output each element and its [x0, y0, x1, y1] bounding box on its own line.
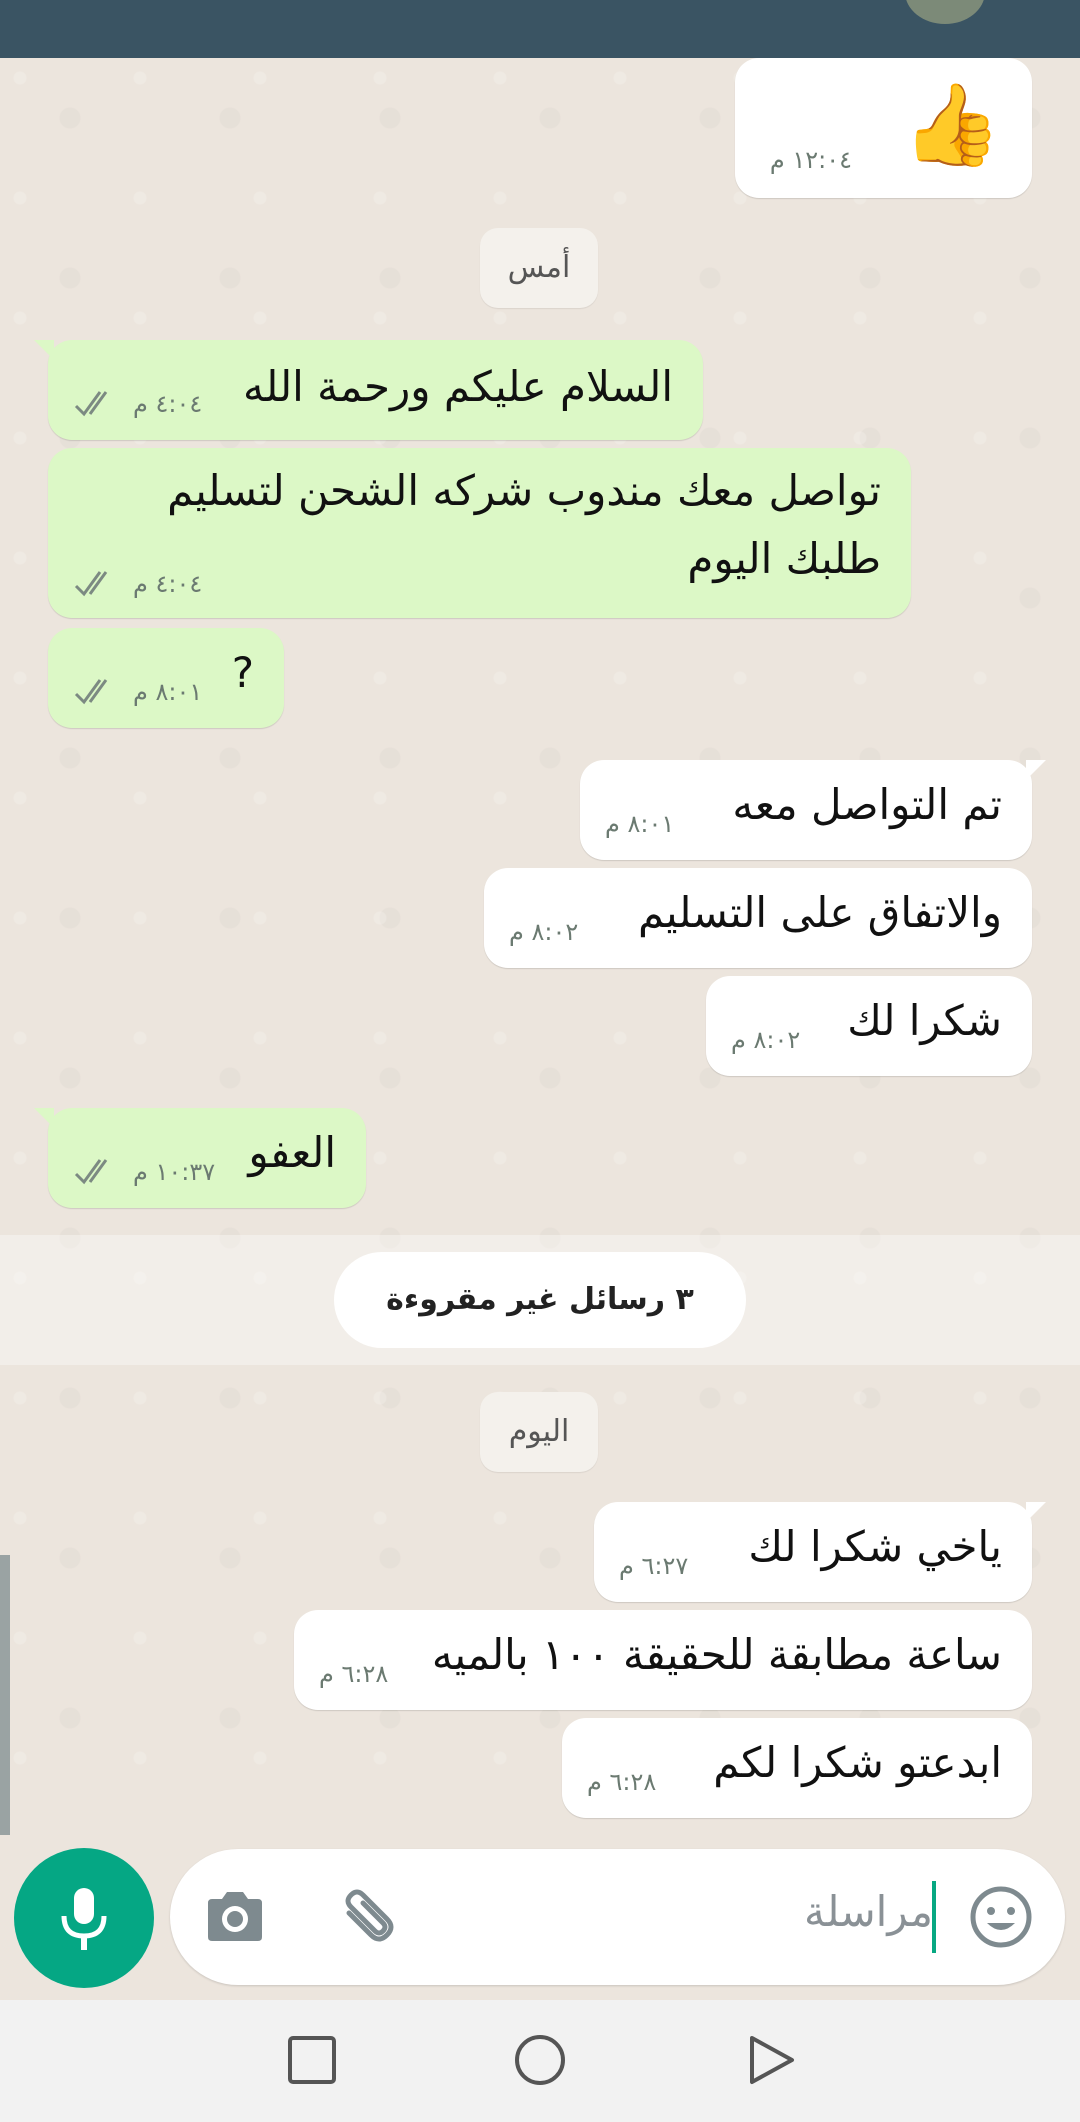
message-text-line: طلبك اليوم: [687, 534, 881, 583]
message-bubble[interactable]: ياخي شكرا لك ٦:٢٧ م: [594, 1502, 1046, 1602]
message-input[interactable]: مراسلة: [804, 1887, 933, 1936]
message-text: والاتفاق على التسليم: [637, 888, 1002, 937]
thumbs-up-sticker: 👍: [902, 78, 1002, 171]
voice-record-button[interactable]: [14, 1848, 154, 1988]
message-time: ٦:٢٧ م: [619, 1552, 689, 1580]
message-time: ١٢:٠٤ م: [769, 146, 852, 174]
message-text: ساعة مطابقة للحقيقة ١٠٠ بالميه: [431, 1630, 1002, 1679]
double-check-icon: [74, 679, 108, 705]
back-triangle-icon[interactable]: [740, 2030, 800, 2090]
message-bubble[interactable]: ساعة مطابقة للحقيقة ١٠٠ بالميه ٦:٢٨ م: [294, 1610, 1032, 1710]
message-input-bar[interactable]: مراسلة: [170, 1849, 1065, 1985]
message-time: ٨:٠٢ م: [731, 1026, 801, 1054]
message-time: ٦:٢٨ م: [587, 1768, 657, 1796]
message-bubble[interactable]: تم التواصل معه ٨:٠١ م: [580, 760, 1046, 860]
double-check-icon: [74, 1159, 108, 1185]
message-bubble[interactable]: ? ٨:٠١ م: [48, 628, 284, 728]
system-navigation-bar: [0, 2000, 1080, 2122]
scroll-indicator[interactable]: [0, 1555, 10, 1835]
message-time: ٨:٠٢ م: [509, 918, 579, 946]
message-time: ٤:٠٤ م: [133, 390, 203, 418]
message-time: ٤:٠٤ م: [133, 570, 203, 598]
double-check-icon: [74, 391, 108, 417]
message-time: ١٠:٣٧ م: [133, 1158, 216, 1186]
paperclip-icon[interactable]: [335, 1883, 407, 1951]
message-bubble[interactable]: ابدعتو شكرا لكم ٦:٢٨ م: [562, 1718, 1032, 1818]
emoji-icon[interactable]: [967, 1883, 1035, 1951]
message-text: العفو: [248, 1128, 336, 1177]
message-text: السلام عليكم ورحمة الله: [242, 362, 673, 411]
contact-avatar[interactable]: [905, 0, 985, 24]
message-bubble[interactable]: السلام عليكم ورحمة الله ٤:٠٤ م: [34, 340, 703, 440]
unread-messages-banner: ٣ رسائل غير مقروءة: [334, 1252, 746, 1348]
message-bubble[interactable]: شكرا لك ٨:٠٢ م: [706, 976, 1032, 1076]
message-bubble[interactable]: تواصل معك مندوب شركه الشحن لتسليم طلبك ا…: [48, 448, 911, 618]
message-text: ياخي شكرا لك: [748, 1522, 1002, 1571]
text-cursor: [932, 1881, 936, 1953]
message-time: ٦:٢٨ م: [319, 1660, 389, 1688]
double-check-icon: [74, 571, 108, 597]
message-bubble[interactable]: والاتفاق على التسليم ٨:٠٢ م: [484, 868, 1032, 968]
message-bubble[interactable]: 👍 ١٢:٠٤ م: [735, 58, 1032, 198]
message-text-line: تواصل معك مندوب شركه الشحن لتسليم: [167, 466, 881, 515]
chat-header: [0, 0, 1080, 58]
home-circle-icon[interactable]: [510, 2030, 570, 2090]
microphone-icon: [61, 1888, 107, 1950]
message-time: ٨:٠١ م: [133, 678, 203, 706]
message-text: شكرا لك: [847, 996, 1002, 1045]
message-text: تم التواصل معه: [732, 780, 1002, 829]
message-text: ابدعتو شكرا لكم: [713, 1738, 1002, 1787]
message-time: ٨:٠١ م: [605, 810, 675, 838]
date-separator: اليوم: [480, 1392, 598, 1472]
recents-square-icon[interactable]: [282, 2030, 342, 2090]
message-bubble[interactable]: العفو ١٠:٣٧ م: [34, 1108, 366, 1208]
camera-icon[interactable]: [200, 1883, 270, 1951]
message-text: ?: [231, 648, 254, 697]
date-separator: أمس: [480, 228, 598, 308]
